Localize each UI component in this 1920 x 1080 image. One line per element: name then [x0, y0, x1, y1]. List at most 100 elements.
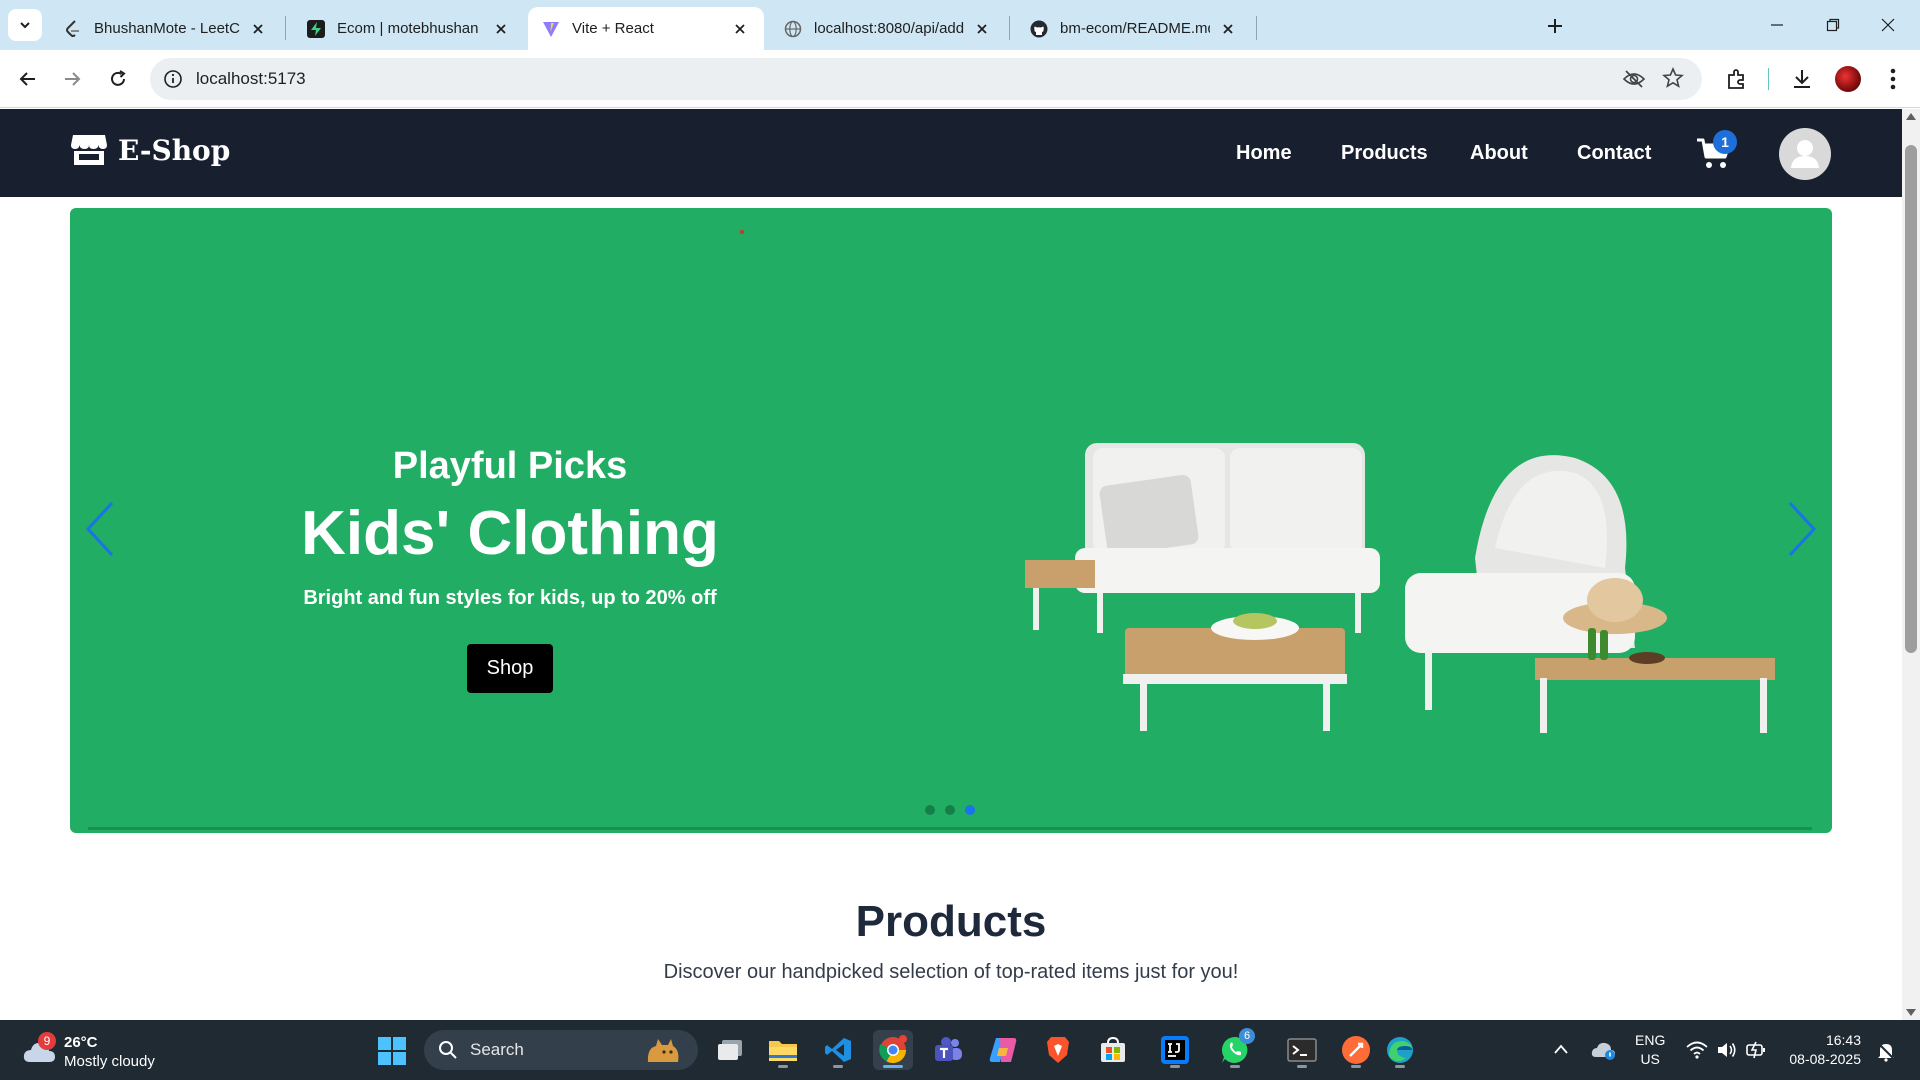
scrollbar-thumb[interactable]: [1905, 145, 1917, 653]
search-highlight-icon: [647, 1039, 679, 1062]
chevron-up-icon[interactable]: [1553, 1043, 1569, 1055]
search-label: Search: [470, 1040, 524, 1059]
close-icon[interactable]: [730, 19, 750, 39]
restore-button[interactable]: [1820, 12, 1846, 38]
browser-toolbar: localhost:5173: [0, 50, 1920, 108]
tab-vite-react[interactable]: Vite + React: [528, 7, 764, 50]
taskbar-whatsapp[interactable]: 6: [1215, 1028, 1255, 1070]
close-window-button[interactable]: [1875, 12, 1901, 38]
page-scrollbar[interactable]: [1902, 109, 1920, 1020]
profile-avatar: [1835, 66, 1861, 92]
close-icon[interactable]: [248, 19, 268, 39]
wifi-icon[interactable]: [1686, 1040, 1708, 1060]
battery-charging-icon[interactable]: [1746, 1040, 1768, 1060]
hero-carousel: Playful Picks Kids' Clothing Bright and …: [70, 208, 1832, 833]
windows-start-icon[interactable]: [378, 1037, 406, 1065]
taskbar-brave[interactable]: [1038, 1030, 1078, 1070]
products-title: Products: [855, 897, 1047, 946]
user-avatar[interactable]: [1779, 128, 1831, 180]
tab-supabase[interactable]: Ecom | motebhushan | Supabas: [293, 7, 525, 50]
extensions-button[interactable]: [1722, 64, 1752, 94]
tab-separator: [1009, 16, 1010, 40]
vscode-icon: [825, 1038, 851, 1062]
taskbar-microsoft-store[interactable]: [1093, 1030, 1133, 1070]
whatsapp-unread-badge: 6: [1239, 1028, 1255, 1044]
eye-off-icon[interactable]: [1622, 68, 1646, 95]
hero-text-block: Playful Picks Kids' Clothing Bright and …: [240, 445, 780, 693]
weather-widget[interactable]: 9 26°C Mostly cloudy: [22, 1032, 222, 1072]
teams-icon: [935, 1037, 962, 1061]
scroll-up-arrow[interactable]: [1906, 113, 1916, 120]
more-vertical-icon: [1890, 68, 1896, 90]
shop-button[interactable]: Shop: [466, 644, 554, 693]
chrome-icon: [879, 1035, 907, 1064]
weather-condition: Mostly cloudy: [64, 1053, 155, 1070]
plus-icon: [1548, 19, 1562, 33]
taskbar-intellij[interactable]: [1155, 1030, 1195, 1070]
brand-link[interactable]: E-Shop: [70, 133, 230, 167]
nav-contact[interactable]: Contact: [1577, 142, 1651, 165]
back-button[interactable]: [14, 65, 42, 93]
taskbar-edge[interactable]: [1380, 1030, 1420, 1070]
forward-button[interactable]: [58, 65, 86, 93]
edge-icon: [1387, 1037, 1413, 1063]
tab-leetcode[interactable]: BhushanMote - LeetCode Profil: [50, 7, 282, 50]
nav-home[interactable]: Home: [1236, 142, 1292, 165]
clock-time: 16:43: [1825, 1032, 1861, 1048]
hero-description: Bright and fun styles for kids, up to 20…: [303, 587, 717, 609]
address-bar[interactable]: localhost:5173: [150, 58, 1702, 100]
taskbar-copilot[interactable]: [983, 1030, 1023, 1070]
running-indicator: [1170, 1065, 1180, 1068]
tab-github-readme[interactable]: bm-ecom/README.md at main: [1016, 7, 1252, 50]
notifications-bell-icon[interactable]: [1875, 1040, 1897, 1062]
tab-search-button[interactable]: [8, 9, 42, 41]
carousel-dot[interactable]: [925, 805, 935, 815]
taskbar-search[interactable]: Search: [424, 1030, 698, 1070]
taskbar-vscode[interactable]: [818, 1030, 858, 1070]
downloads-button[interactable]: [1787, 64, 1817, 94]
running-indicator: [1351, 1065, 1361, 1068]
taskbar-terminal[interactable]: [1282, 1030, 1322, 1070]
browser-menu-button[interactable]: [1878, 64, 1908, 94]
reload-button[interactable]: [104, 65, 132, 93]
bookmark-star-icon[interactable]: [1662, 66, 1684, 94]
carousel-dot-active[interactable]: [965, 805, 975, 815]
brave-icon: [1047, 1037, 1069, 1063]
minimize-button[interactable]: [1764, 12, 1790, 38]
taskbar-teams[interactable]: [928, 1030, 968, 1070]
nav-products[interactable]: Products: [1341, 142, 1428, 165]
chevron-left-icon[interactable]: [82, 499, 122, 559]
taskbar-clock[interactable]: 16:43 08-08-2025: [1785, 1031, 1861, 1069]
url-text[interactable]: localhost:5173: [196, 69, 306, 89]
carousel-dot[interactable]: [945, 805, 955, 815]
intellij-icon: [1161, 1036, 1189, 1064]
new-tab-button[interactable]: [1542, 13, 1568, 39]
close-icon[interactable]: [1218, 19, 1238, 39]
globe-icon: [784, 20, 802, 38]
onedrive-icon[interactable]: [1590, 1039, 1616, 1061]
site-info-icon[interactable]: [162, 68, 184, 90]
running-indicator: [883, 1065, 903, 1068]
profile-button[interactable]: [1833, 64, 1863, 94]
running-indicator: [1297, 1065, 1307, 1068]
chevron-down-icon: [20, 22, 30, 29]
folder-icon: [769, 1041, 797, 1061]
close-icon[interactable]: [972, 19, 992, 39]
taskbar-file-explorer[interactable]: [763, 1030, 803, 1070]
carousel-progress-track: [88, 827, 1812, 830]
taskbar-chrome[interactable]: [873, 1030, 913, 1070]
taskbar-postman[interactable]: [1336, 1030, 1376, 1070]
volume-icon[interactable]: [1716, 1040, 1738, 1060]
running-indicator: [833, 1065, 843, 1068]
taskbar-task-view[interactable]: [710, 1030, 750, 1070]
outdoor-sofa-image: [1025, 443, 1775, 733]
scroll-down-arrow[interactable]: [1906, 1009, 1916, 1016]
language-indicator[interactable]: ENG US: [1635, 1031, 1665, 1069]
tab-separator: [1256, 16, 1257, 40]
nav-about[interactable]: About: [1470, 142, 1528, 165]
close-icon[interactable]: [491, 19, 511, 39]
tab-api-addresses[interactable]: localhost:8080/api/addresses: [770, 7, 1006, 50]
weather-alert-badge: 9: [38, 1032, 56, 1050]
minimize-icon: [1771, 24, 1783, 26]
leetcode-icon: [64, 19, 82, 38]
